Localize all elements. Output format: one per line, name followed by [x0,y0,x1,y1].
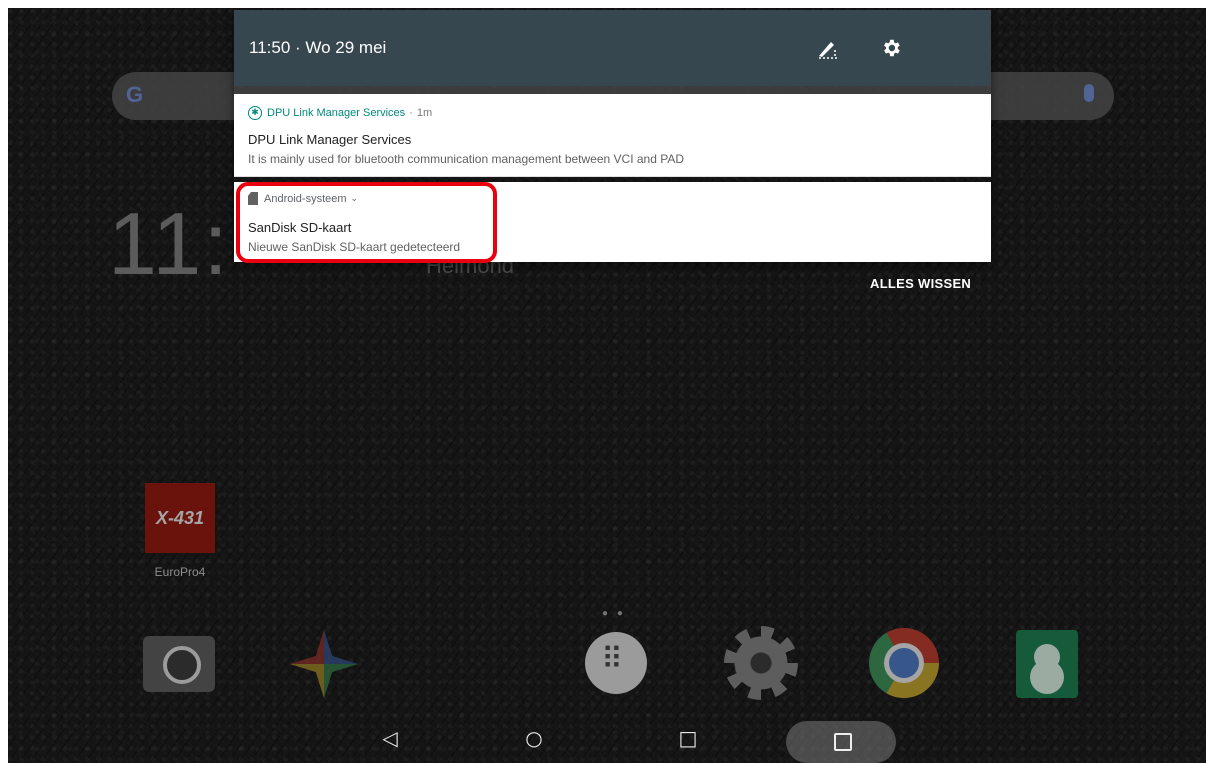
notification-title: SanDisk SD-kaart [248,220,352,235]
separator-dot: · [409,107,413,119]
notification-app-name: DPU Link Manager Services [267,107,406,119]
gear-icon[interactable] [880,37,902,59]
bluetooth-icon: ✱ [248,106,262,120]
notification-app-name: Android-systeem [264,192,347,205]
quick-settings-header[interactable]: 11:50 · Wo 29 mei [234,10,991,86]
screenshot-button[interactable] [786,721,896,763]
chevron-down-icon[interactable]: ⌄ [351,194,359,204]
back-icon[interactable]: ◁ [375,723,405,753]
home-icon[interactable]: ○ [519,723,549,753]
edit-icon[interactable] [816,38,838,60]
sd-card-icon [248,192,258,205]
notification-shade: 11:50 · Wo 29 mei ✱ DPU Link Manager Ser… [234,10,991,262]
notification-app-row: ✱ DPU Link Manager Services · 1m [248,106,432,120]
notification-dpu-link[interactable]: ✱ DPU Link Manager Services · 1m DPU Lin… [234,94,991,177]
device-screen: G 11: Helmond X-431 EuroPro4 ● ● ALLES W… [8,8,1206,763]
notification-app-row: Android-systeem ⌄ [248,192,358,205]
notification-age: 1m [416,107,433,119]
notification-text: It is mainly used for bluetooth communic… [248,152,685,166]
header-time-date: 11:50 · Wo 29 mei [249,38,387,57]
notification-sd-card[interactable]: Android-systeem ⌄ SanDisk SD-kaart Nieuw… [234,182,991,262]
notification-text: Nieuwe SanDisk SD-kaart gedetecteerd [248,240,461,254]
recents-icon[interactable]: □ [673,723,703,753]
navigation-bar: ◁ ○ □ [8,711,1206,763]
image-icon [834,733,852,751]
notification-title: DPU Link Manager Services [248,132,412,147]
clear-all-button[interactable]: ALLES WISSEN [870,276,971,291]
